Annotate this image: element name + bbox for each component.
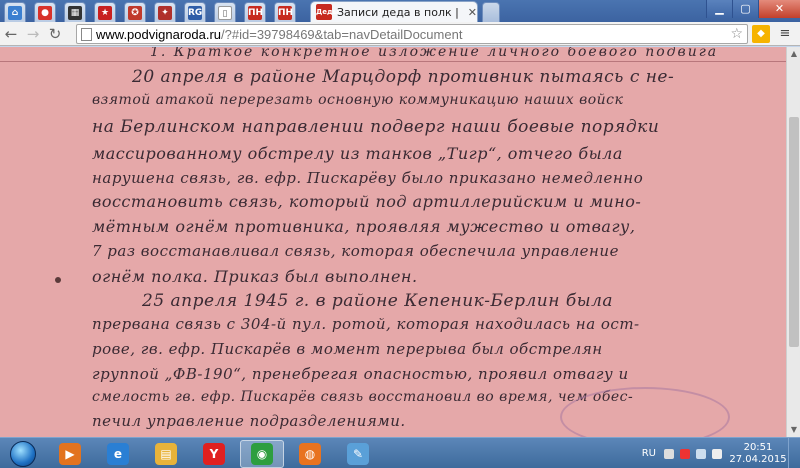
document-line: 7 раз восстанавливал связь, которая обес… — [92, 242, 619, 260]
paint-icon: ✎ — [347, 443, 369, 465]
taskbar-chrome[interactable]: ◉ — [240, 440, 284, 468]
page-icon: ▯ — [218, 5, 232, 20]
document-line: взятой атакой перерезать основную коммун… — [92, 92, 624, 108]
document-line: на Берлинском направлении подверг наши б… — [92, 117, 660, 137]
window-controls: ▁ ▢ ✕ — [706, 0, 800, 18]
back-button[interactable]: ← — [0, 23, 22, 45]
red-star-icon: ★ — [98, 5, 112, 20]
new-tab-button[interactable] — [482, 2, 500, 22]
file-explorer-icon: ▤ — [155, 443, 177, 465]
menu-icon[interactable]: ≡ — [776, 25, 794, 43]
tab-strip: ⌂ ● ▦ ★ ✪ ✦ RG ▯ ПН ПН Деды Записи деда в полк | … — [0, 0, 800, 22]
network-icon[interactable] — [696, 448, 706, 459]
document-scan: 1. Краткое конкретное изложение личного … — [0, 47, 786, 437]
chrome-icon: ◉ — [251, 443, 273, 465]
tray-arrow-icon[interactable] — [664, 448, 674, 459]
clock[interactable]: 20:51 27.04.2015 — [728, 442, 788, 466]
page-icon — [81, 27, 92, 41]
document-line: группой „ФВ-190“, пренебрегая опасностью… — [92, 365, 629, 383]
internet-explorer-icon: e — [107, 443, 129, 465]
scroll-down-icon[interactable]: ▼ — [787, 423, 800, 437]
tab-rg[interactable]: RG — [184, 2, 206, 22]
tab-puzzle[interactable]: ✦ — [154, 2, 176, 22]
taskbar: ▶ e ▤ Y ◉ ◍ ✎ RU 20:51 27.04.2015 — [0, 437, 800, 468]
scroll-up-icon[interactable]: ▲ — [787, 47, 800, 61]
document-line: мётным огнём противника, проявляя мужест… — [92, 217, 636, 236]
yandex-browser-icon: Y — [203, 443, 225, 465]
film-icon: ▦ — [68, 5, 82, 20]
start-button[interactable] — [2, 439, 44, 468]
active-tab[interactable]: Деды Записи деда в полк | Бе ✕ — [310, 1, 478, 22]
taskbar-media-player[interactable]: ▶ — [48, 440, 92, 468]
medal-icon: ✪ — [128, 5, 142, 20]
document-line: 25 апреля 1945 г. в районе Кепеник-Берли… — [142, 291, 614, 311]
tab-pn[interactable]: ПН — [244, 2, 266, 22]
document-line: огнём полка. Приказ был выполнен. — [92, 267, 418, 286]
taskbar-paint[interactable]: ✎ — [336, 440, 380, 468]
minimize-button[interactable]: ▁ — [706, 0, 732, 18]
document-line: печил управление подразделениями. — [92, 412, 406, 430]
system-tray: RU 20:51 27.04.2015 — [642, 438, 800, 468]
document-line: восстановить связь, который под артиллер… — [92, 192, 642, 211]
forward-button[interactable]: → — [22, 23, 44, 45]
language-indicator[interactable]: RU — [642, 448, 656, 459]
tab-home[interactable]: ⌂ — [4, 2, 26, 22]
document-line: прервана связь с 304-й пул. ротой, котор… — [92, 315, 640, 333]
extension-icon[interactable]: ◆ — [752, 25, 770, 43]
scroll-thumb[interactable] — [789, 117, 799, 347]
document-line: рове, гв. ефр. Пискарёв в момент перерыв… — [92, 340, 603, 358]
tray-flag-icon[interactable] — [680, 448, 690, 459]
tab-film[interactable]: ▦ — [64, 2, 86, 22]
show-desktop-button[interactable] — [788, 438, 800, 468]
browser-toolbar: ← → ↻ www.podvignaroda.ru/?#id=39798469&… — [0, 22, 800, 46]
address-bar[interactable]: www.podvignaroda.ru/?#id=39798469&tab=na… — [76, 24, 748, 44]
tab-medal[interactable]: ✪ — [124, 2, 146, 22]
rg-icon: RG — [188, 5, 203, 20]
tab-red-star[interactable]: ★ — [94, 2, 116, 22]
document-heading: 1. Краткое конкретное изложение личного … — [150, 47, 719, 60]
clock-time: 20:51 — [743, 441, 773, 453]
reload-button[interactable]: ↻ — [44, 23, 66, 45]
taskbar-internet-explorer[interactable]: e — [96, 440, 140, 468]
close-window-button[interactable]: ✕ — [758, 0, 800, 18]
tab-close-icon[interactable]: ✕ — [468, 6, 477, 19]
volume-icon[interactable] — [712, 448, 722, 459]
document-line: 20 апреля в районе Марцдорф противник пы… — [132, 67, 675, 87]
ink-blot — [55, 277, 61, 283]
clock-date: 27.04.2015 — [729, 453, 787, 465]
maximize-button[interactable]: ▢ — [732, 0, 758, 18]
taskbar-yandex-browser[interactable]: Y — [192, 440, 236, 468]
table-rule — [0, 61, 786, 62]
pn-icon: ПН — [248, 5, 264, 20]
document-line: смелость гв. ефр. Пискарёв связь восстан… — [92, 389, 634, 405]
address-url: www.podvignaroda.ru/?#id=39798469&tab=na… — [96, 26, 463, 42]
pn2-icon: ПН — [278, 5, 294, 20]
document-line: нарушена связь, гв. ефр. Пискарёву было … — [92, 169, 644, 187]
puzzle-icon: ✦ — [158, 5, 172, 20]
document-line: массированному обстрелу из танков „Тигр“… — [92, 144, 623, 163]
taskbar-file-explorer[interactable]: ▤ — [144, 440, 188, 468]
vertical-scrollbar[interactable]: ▲ ▼ — [786, 47, 800, 437]
tab-red-circle[interactable]: ● — [34, 2, 56, 22]
tab-page[interactable]: ▯ — [214, 2, 236, 22]
media-player-icon: ▶ — [59, 443, 81, 465]
tab-pn2[interactable]: ПН — [274, 2, 296, 22]
pn-favicon-icon: Деды — [316, 4, 339, 20]
active-tab-title: Записи деда в полк | Бе — [337, 5, 463, 19]
stamp-seal — [560, 387, 730, 437]
windows-orb-icon — [10, 440, 36, 467]
home-icon: ⌂ — [8, 5, 22, 20]
firefox-icon: ◍ — [299, 443, 321, 465]
red-circle-icon: ● — [38, 5, 52, 20]
bookmark-star-icon[interactable]: ☆ — [730, 25, 743, 43]
taskbar-firefox[interactable]: ◍ — [288, 440, 332, 468]
